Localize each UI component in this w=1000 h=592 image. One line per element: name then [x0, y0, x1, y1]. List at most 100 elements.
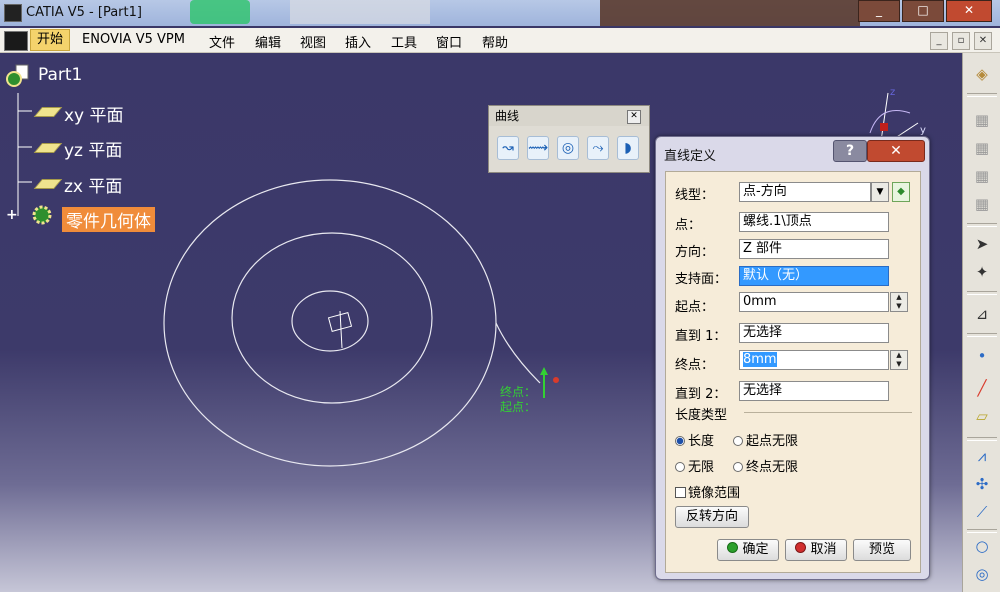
upto1-label: 直到 1： [675, 329, 727, 344]
radio-dot-icon [675, 436, 685, 446]
window-titlebar: CATIA V5 - [Part1] _ □ ✕ [0, 0, 1000, 26]
spiral-tool-icon[interactable]: ◎ [971, 563, 993, 585]
cancel-button[interactable]: 取消 [785, 539, 847, 561]
menu-file[interactable]: 文件 [209, 32, 235, 51]
mdi-close-button[interactable]: ✕ [974, 32, 992, 50]
part-icon [6, 63, 29, 87]
tree-item-xy-plane[interactable]: xy 平面 [64, 101, 124, 126]
support-field[interactable]: 默认（无） [739, 266, 889, 286]
chevron-down-icon[interactable]: ▼ [871, 182, 889, 202]
svg-text:z: z [890, 87, 895, 98]
background-blur [600, 0, 860, 26]
mdi-restore-button[interactable]: ▫ [952, 32, 970, 50]
tree-root-part1[interactable]: Part1 [38, 65, 82, 85]
intersection-icon[interactable]: ✣ [971, 473, 993, 495]
spline-icon[interactable]: ⟿ [527, 136, 549, 160]
parallel-curve-icon[interactable]: ⟋ [971, 501, 993, 523]
radio-infinite[interactable]: 无限 [675, 456, 714, 475]
catia-app-icon [4, 4, 22, 22]
point-field[interactable]: 螺线.1\顶点 [739, 212, 889, 232]
support-label: 支持面： [675, 272, 728, 287]
start-field[interactable]: 0mm [739, 292, 889, 312]
upto1-field[interactable]: 无选择 [739, 323, 889, 343]
dialog-close-button[interactable]: ✕ [867, 140, 925, 162]
curve-toolbar-title: 曲线 [489, 106, 649, 126]
dialog-title: 直线定义 [664, 149, 717, 164]
menu-start[interactable]: 开始 [30, 29, 71, 51]
upto2-label: 直到 2： [675, 387, 727, 402]
window-title: CATIA V5 - [Part1] [26, 5, 142, 20]
line-type-select[interactable]: 点-方向 [739, 182, 871, 202]
spiral-curve-icon[interactable]: ↝ [497, 136, 519, 160]
menu-insert[interactable]: 插入 [345, 32, 371, 51]
expand-plus-icon[interactable]: + [6, 207, 18, 223]
length-type-title: 长度类型 [675, 408, 728, 423]
background-blur [290, 0, 430, 24]
close-button[interactable]: ✕ [946, 0, 992, 22]
disabled-tool-icon: ▦ [974, 111, 990, 129]
catia-logo-icon[interactable] [4, 31, 28, 51]
menu-help[interactable]: 帮助 [482, 32, 508, 51]
line-type-option-icon[interactable]: ◆ [892, 182, 910, 202]
radio-length[interactable]: 长度 [675, 430, 714, 449]
svg-text:y: y [920, 125, 926, 136]
right-toolbar: ◈ ▦ ▦ ▦ ▦ ➤ ✦ ⊿ • ╱ ▱ ⩘ ✣ ⟋ ○ ◎ [962, 53, 1000, 592]
multi-select-icon[interactable]: ✦ [971, 261, 993, 283]
disabled-tool-icon: ▦ [974, 195, 990, 213]
menubar: 开始 ENOVIA V5 VPM 文件 编辑 视图 插入 工具 窗口 帮助 _ … [0, 28, 1000, 53]
upto2-field[interactable]: 无选择 [739, 381, 889, 401]
origin-marker [327, 310, 353, 349]
toolbar-close-button[interactable]: ✕ [627, 110, 641, 124]
helix-icon[interactable]: ◎ [557, 136, 579, 160]
line-type-label: 线型： [675, 188, 715, 203]
line-icon[interactable]: ╱ [971, 377, 993, 399]
mdi-minimize-button[interactable]: _ [930, 32, 948, 50]
radio-dot-icon [733, 462, 743, 472]
menu-tools[interactable]: 工具 [391, 32, 417, 51]
start-point-label: 起点： [500, 400, 537, 414]
preview-button[interactable]: 预览 [853, 539, 911, 561]
menu-view[interactable]: 视图 [300, 32, 326, 51]
radio-start-infinite[interactable]: 起点无限 [733, 430, 798, 449]
dialog-body: 线型： 点-方向 ▼ ◆ 点： 螺线.1\顶点 方向： Z 部件 支持面： 默认… [665, 171, 921, 573]
tree-item-part-body[interactable]: 零件几何体 [62, 207, 155, 232]
connect-curve-icon[interactable]: ⤳ [587, 136, 609, 160]
minimize-button[interactable]: _ [858, 0, 900, 22]
projection-icon[interactable]: ⩘ [971, 445, 993, 467]
direction-field[interactable]: Z 部件 [739, 239, 889, 259]
tree-item-yz-plane[interactable]: yz 平面 [64, 136, 122, 161]
point-label: 点： [675, 218, 702, 233]
sketch-icon[interactable]: ◈ [971, 63, 993, 85]
plane-tool-icon[interactable]: ▱ [971, 405, 993, 427]
point-icon[interactable]: • [971, 345, 993, 367]
conic-icon[interactable]: ◗ [617, 136, 639, 160]
tree-lines [17, 93, 32, 216]
maximize-button[interactable]: □ [902, 0, 944, 22]
curve-toolbar: 曲线 ✕ ↝ ⟿ ◎ ⤳ ◗ [488, 105, 650, 173]
end-field[interactable]: 8mm [739, 350, 889, 370]
cancel-icon [795, 542, 807, 553]
select-arrow-icon[interactable]: ➤ [971, 233, 993, 255]
end-spinner[interactable]: ▲ ▼ [890, 350, 908, 370]
radio-end-infinite[interactable]: 终点无限 [733, 456, 798, 475]
start-label: 起点： [675, 300, 715, 315]
reverse-direction-button[interactable]: 反转方向 [675, 506, 749, 528]
checkbox-icon [675, 487, 686, 498]
disabled-tool-icon: ▦ [974, 167, 990, 185]
menu-edit[interactable]: 编辑 [255, 32, 281, 51]
ok-button[interactable]: 确定 [717, 539, 779, 561]
start-spinner[interactable]: ▲ ▼ [890, 292, 908, 312]
sketcher-icon[interactable]: ⊿ [971, 303, 993, 325]
body-gear-icon [30, 203, 58, 231]
tree-item-zx-plane[interactable]: zx 平面 [64, 172, 122, 197]
end-value-selected: 8mm [743, 352, 777, 367]
circle-icon[interactable]: ○ [971, 535, 993, 557]
dialog-help-button[interactable]: ? [833, 140, 867, 162]
spiral-curve [163, 179, 541, 467]
menu-window[interactable]: 窗口 [436, 32, 462, 51]
disabled-tool-icon: ▦ [974, 139, 990, 157]
menu-enovia[interactable]: ENOVIA V5 VPM [82, 32, 185, 47]
mirror-checkbox[interactable]: 镜像范围 [675, 482, 740, 501]
background-blur [190, 0, 250, 24]
radio-dot-icon [733, 436, 743, 446]
